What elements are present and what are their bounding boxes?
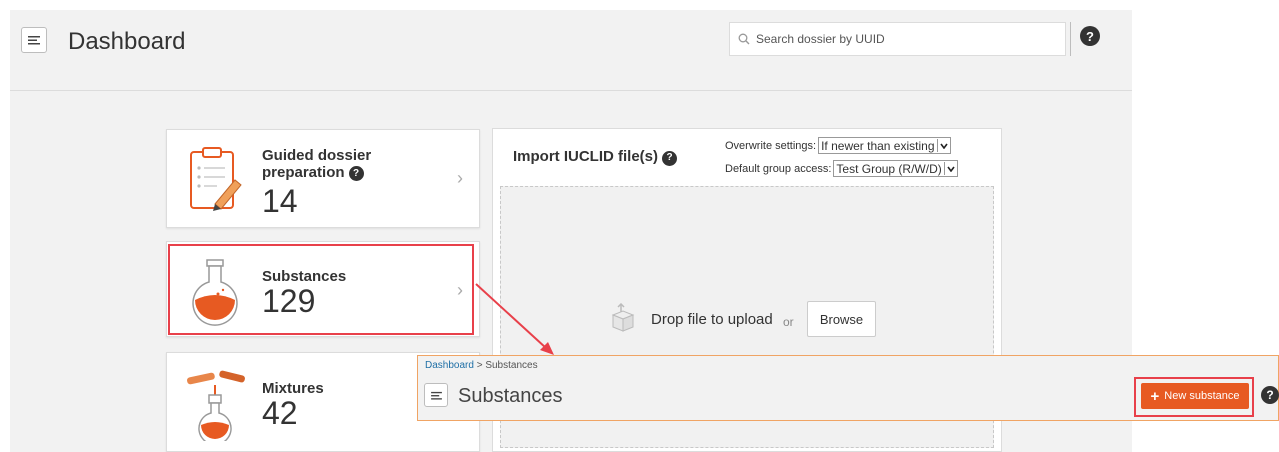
new-substance-button[interactable]: + New substance xyxy=(1141,383,1249,409)
annotation-arrow xyxy=(475,283,554,355)
new-substance-label: New substance xyxy=(1164,390,1240,402)
help-icon[interactable]: ? xyxy=(662,150,677,166)
help-icon[interactable]: ? xyxy=(1261,386,1279,404)
substances-page-title: Substances xyxy=(458,385,563,407)
group-access-select[interactable]: Test Group (R/W/D) xyxy=(833,160,958,177)
substances-highlight xyxy=(168,244,474,335)
import-title-text: Import IUCLID file(s) xyxy=(513,148,658,165)
menu-icon xyxy=(28,36,40,45)
page-title: Dashboard xyxy=(68,28,186,55)
help-icon[interactable]: ? xyxy=(348,166,364,181)
breadcrumb: Dashboard > Substances xyxy=(425,360,538,371)
chevron-right-icon: › xyxy=(457,168,463,188)
drop-text: Drop file to upload xyxy=(651,311,773,328)
overwrite-settings-row: Overwrite settings: If newer than existi… xyxy=(725,137,951,154)
browse-button[interactable]: Browse xyxy=(807,301,876,337)
help-icon[interactable]: ? xyxy=(1080,26,1100,46)
plus-icon: + xyxy=(1150,387,1160,405)
tile-guided-title-line2: preparation xyxy=(262,164,345,181)
breadcrumb-current: Substances xyxy=(485,360,538,371)
tile-mixtures-count: 42 xyxy=(262,395,298,431)
chevron-down-icon xyxy=(936,139,950,152)
group-access-row: Default group access: Test Group (R/W/D) xyxy=(725,160,958,177)
search-input[interactable]: Search dossier by UUID xyxy=(729,22,1066,56)
menu-toggle-button[interactable] xyxy=(424,383,448,407)
upload-box-icon xyxy=(611,303,635,332)
clipboard-icon xyxy=(190,147,242,211)
tile-guided-count: 14 xyxy=(262,183,298,219)
overwrite-label: Overwrite settings: xyxy=(725,139,817,152)
group-access-value: Test Group (R/W/D) xyxy=(836,161,942,176)
breadcrumb-separator: > xyxy=(473,360,486,371)
menu-icon xyxy=(430,391,442,400)
tile-guided-dossier[interactable]: Guided dossier preparation? 14 › xyxy=(166,129,480,228)
overwrite-select[interactable]: If newer than existing xyxy=(818,137,951,154)
group-access-label: Default group access: xyxy=(725,162,832,175)
search-placeholder: Search dossier by UUID xyxy=(756,32,885,46)
header-divider xyxy=(10,90,1132,91)
mixing-flasks-icon xyxy=(187,370,245,441)
import-title: Import IUCLID file(s)? xyxy=(513,147,677,167)
search-icon xyxy=(738,33,750,45)
header-separator xyxy=(1070,22,1071,56)
overwrite-value: If newer than existing xyxy=(821,138,935,153)
menu-toggle-button[interactable] xyxy=(21,27,47,53)
drop-or-text: or xyxy=(783,315,794,329)
chevron-down-icon xyxy=(943,162,957,175)
breadcrumb-dashboard-link[interactable]: Dashboard xyxy=(425,360,474,371)
tile-guided-title-line1: Guided dossier xyxy=(262,147,372,164)
